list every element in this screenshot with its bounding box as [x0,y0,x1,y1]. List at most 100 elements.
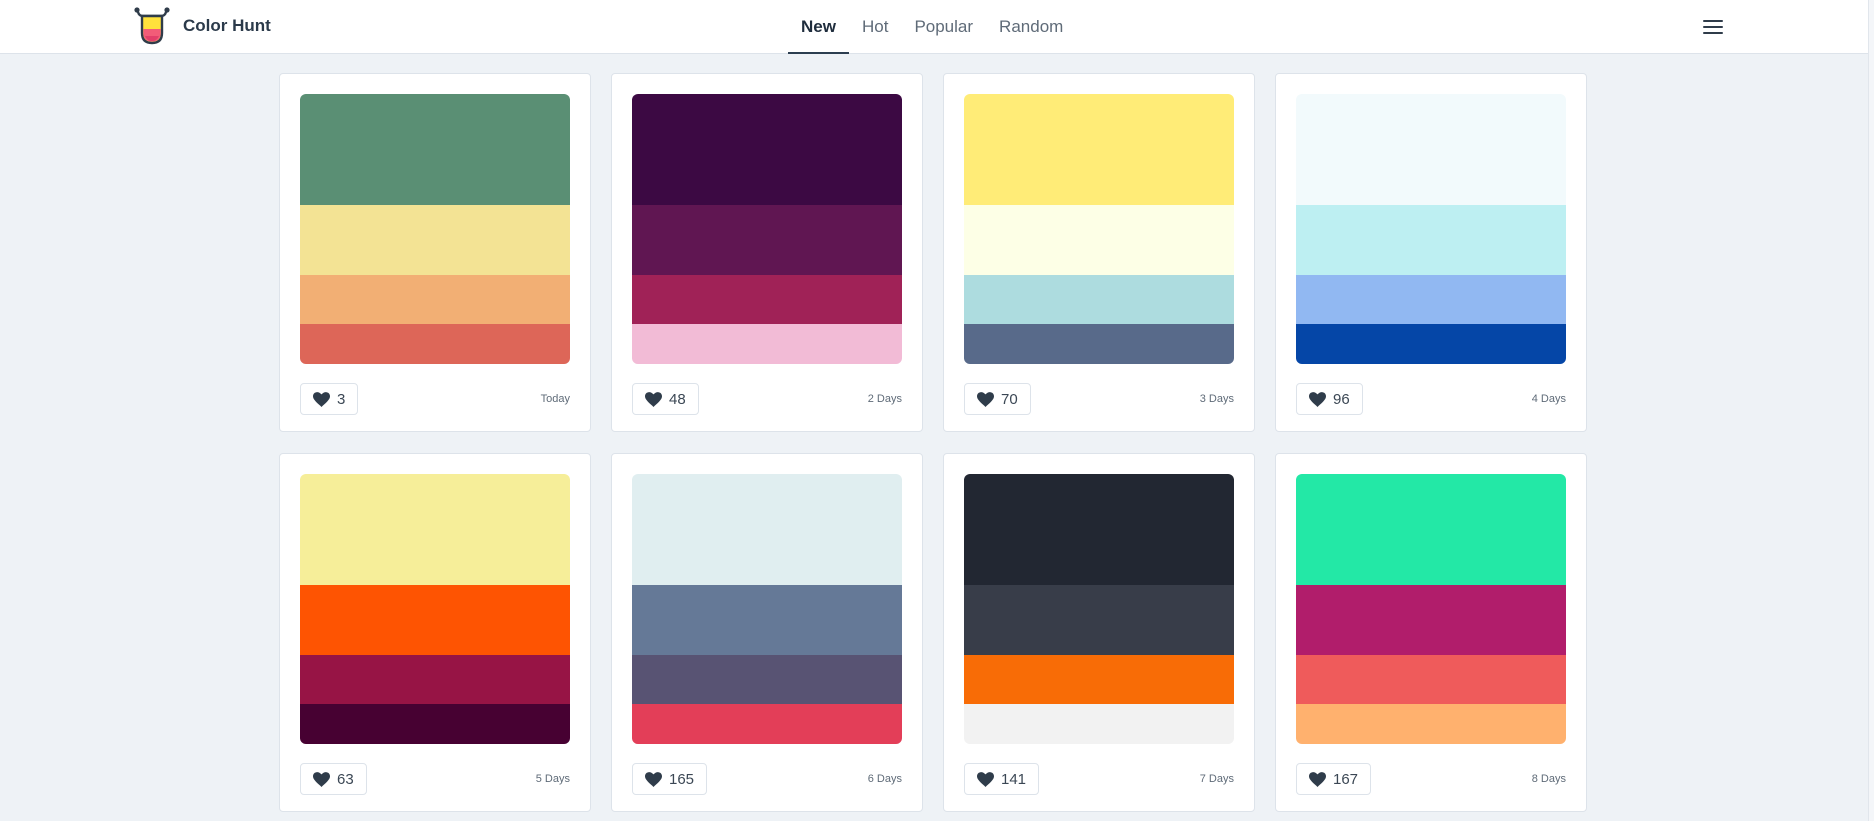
like-button[interactable]: 167 [1296,763,1372,795]
palette-card: 165 6 Days [611,453,923,812]
like-count: 167 [1333,770,1359,788]
color-swatch[interactable] [632,205,902,275]
like-button[interactable]: 70 [964,383,1031,415]
color-swatch[interactable] [1296,474,1566,585]
main-nav: New Hot Popular Random [788,0,1076,54]
color-swatch[interactable] [1296,585,1566,655]
like-count: 48 [669,390,686,408]
color-swatch[interactable] [300,655,570,704]
color-swatch[interactable] [964,585,1234,655]
palette-footer: 70 3 Days [964,383,1234,415]
page-scrollbar[interactable] [1868,0,1874,821]
heart-icon [645,771,662,787]
palette-swatches[interactable] [964,94,1234,364]
heart-icon [645,391,662,407]
color-swatch[interactable] [632,324,902,364]
color-swatch[interactable] [300,474,570,585]
palette-card: 48 2 Days [611,73,923,432]
top-header: Color Hunt New Hot Popular Random [0,0,1874,54]
color-swatch[interactable] [300,205,570,275]
heart-icon [1309,391,1326,407]
palette-date: 6 Days [867,773,902,785]
palette-swatches[interactable] [964,474,1234,744]
color-swatch[interactable] [300,704,570,744]
color-swatch[interactable] [964,324,1234,364]
palette-swatches[interactable] [1296,474,1566,744]
color-swatch[interactable] [1296,704,1566,744]
color-swatch[interactable] [300,585,570,655]
like-button[interactable]: 141 [964,763,1040,795]
palette-footer: 167 8 Days [1296,763,1566,795]
menu-button[interactable] [1698,12,1728,42]
like-button[interactable]: 63 [300,763,367,795]
palette-swatches[interactable] [300,474,570,744]
color-swatch[interactable] [1296,275,1566,324]
like-count: 63 [337,770,354,788]
heart-icon [977,771,994,787]
color-swatch[interactable] [632,94,902,205]
color-swatch[interactable] [300,275,570,324]
palette-swatches[interactable] [300,94,570,364]
palette-card: 3 Today [279,73,591,432]
color-swatch[interactable] [964,704,1234,744]
heart-icon [977,391,994,407]
brand-link[interactable]: Color Hunt [131,5,271,47]
brand-name: Color Hunt [183,16,271,35]
palette-swatches[interactable] [1296,94,1566,364]
color-swatch[interactable] [632,655,902,704]
palette-footer: 3 Today [300,383,570,415]
color-hunt-logo-icon [134,7,170,45]
color-swatch[interactable] [1296,655,1566,704]
palette-date: Today [540,393,570,405]
like-count: 96 [1333,390,1350,408]
color-swatch[interactable] [300,94,570,205]
color-swatch[interactable] [300,324,570,364]
like-count: 141 [1001,770,1027,788]
color-swatch[interactable] [632,275,902,324]
color-swatch[interactable] [964,655,1234,704]
palette-date: 4 Days [1531,393,1566,405]
heart-icon [313,391,330,407]
like-button[interactable]: 3 [300,383,359,415]
palette-date: 5 Days [535,773,570,785]
palette-date: 8 Days [1531,773,1566,785]
color-swatch[interactable] [964,275,1234,324]
palette-footer: 48 2 Days [632,383,902,415]
tab-random[interactable]: Random [986,0,1076,54]
tab-new[interactable]: New [788,0,849,54]
tab-popular[interactable]: Popular [901,0,986,54]
palette-swatches[interactable] [632,474,902,744]
palette-card: 63 5 Days [279,453,591,812]
palette-date: 2 Days [867,393,902,405]
palette-footer: 165 6 Days [632,763,902,795]
color-swatch[interactable] [964,205,1234,275]
like-count: 165 [669,770,695,788]
color-swatch[interactable] [1296,324,1566,364]
like-count: 70 [1001,390,1018,408]
palette-footer: 63 5 Days [300,763,570,795]
like-button[interactable]: 165 [632,763,708,795]
palette-swatches[interactable] [632,94,902,364]
color-swatch[interactable] [1296,94,1566,205]
palette-card: 96 4 Days [1275,73,1587,432]
color-swatch[interactable] [632,704,902,744]
like-button[interactable]: 48 [632,383,699,415]
heart-icon [1309,771,1326,787]
heart-icon [313,771,330,787]
palette-card: 167 8 Days [1275,453,1587,812]
palette-footer: 141 7 Days [964,763,1234,795]
like-count: 3 [337,390,346,408]
palette-card: 141 7 Days [943,453,1255,812]
color-swatch[interactable] [632,585,902,655]
color-swatch[interactable] [964,474,1234,585]
palette-card: 70 3 Days [943,73,1255,432]
color-swatch[interactable] [1296,205,1566,275]
color-swatch[interactable] [632,474,902,585]
palette-footer: 96 4 Days [1296,383,1566,415]
palette-date: 7 Days [1199,773,1234,785]
like-button[interactable]: 96 [1296,383,1363,415]
palette-date: 3 Days [1199,393,1234,405]
tab-hot[interactable]: Hot [849,0,901,54]
hamburger-menu-icon [1703,20,1723,34]
color-swatch[interactable] [964,94,1234,205]
